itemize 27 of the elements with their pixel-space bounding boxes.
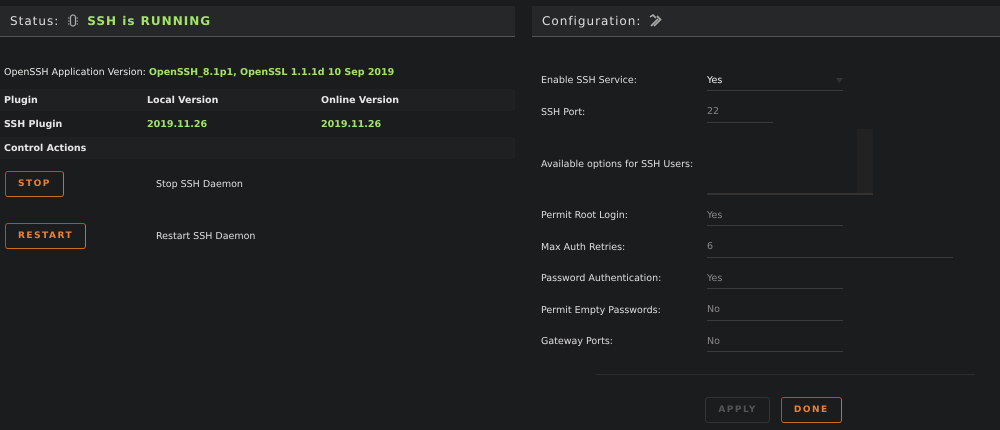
section-title: Control Actions	[4, 142, 88, 154]
table-cell-text: SSH Plugin	[4, 118, 64, 130]
field-label: Permit Empty Passwords:	[541, 304, 662, 316]
column-header: Local Version	[147, 94, 220, 106]
column-header: Online Version	[321, 94, 400, 106]
field-label: SSH Port:	[541, 106, 586, 118]
form-button[interactable]: DONE	[780, 396, 842, 422]
version-value: OpenSSH_8.1p1, OpenSSL 1.1.1d 10 Sep 2019	[148, 67, 394, 78]
action-button[interactable]: RESTART	[5, 223, 86, 249]
dropdown-icon	[836, 78, 843, 83]
field-label: Max Auth Retries:	[541, 242, 626, 253]
status-label: Status:	[10, 14, 60, 28]
select-field[interactable]: Yes	[707, 70, 843, 92]
version-label: OpenSSH Application Version:	[4, 67, 146, 78]
action-description: Restart SSH Daemon	[156, 230, 256, 242]
configuration-title: Configuration:	[542, 14, 642, 28]
status-value: SSH is RUNNING	[87, 14, 212, 28]
column-header: Plugin	[4, 94, 39, 106]
table-cell-text: 2019.11.26	[321, 118, 382, 130]
field-label: Permit Root Login:	[541, 210, 629, 222]
action-button[interactable]: STOP	[5, 171, 64, 197]
action-description: Stop SSH Daemon	[156, 178, 243, 190]
field-label: Available options for SSH Users:	[541, 158, 694, 170]
field-label: Enable SSH Service:	[541, 75, 638, 86]
field-label: Password Authentication:	[541, 273, 662, 284]
field-label: Gateway Ports:	[541, 336, 614, 348]
table-cell-text: 2019.11.26	[147, 118, 208, 130]
